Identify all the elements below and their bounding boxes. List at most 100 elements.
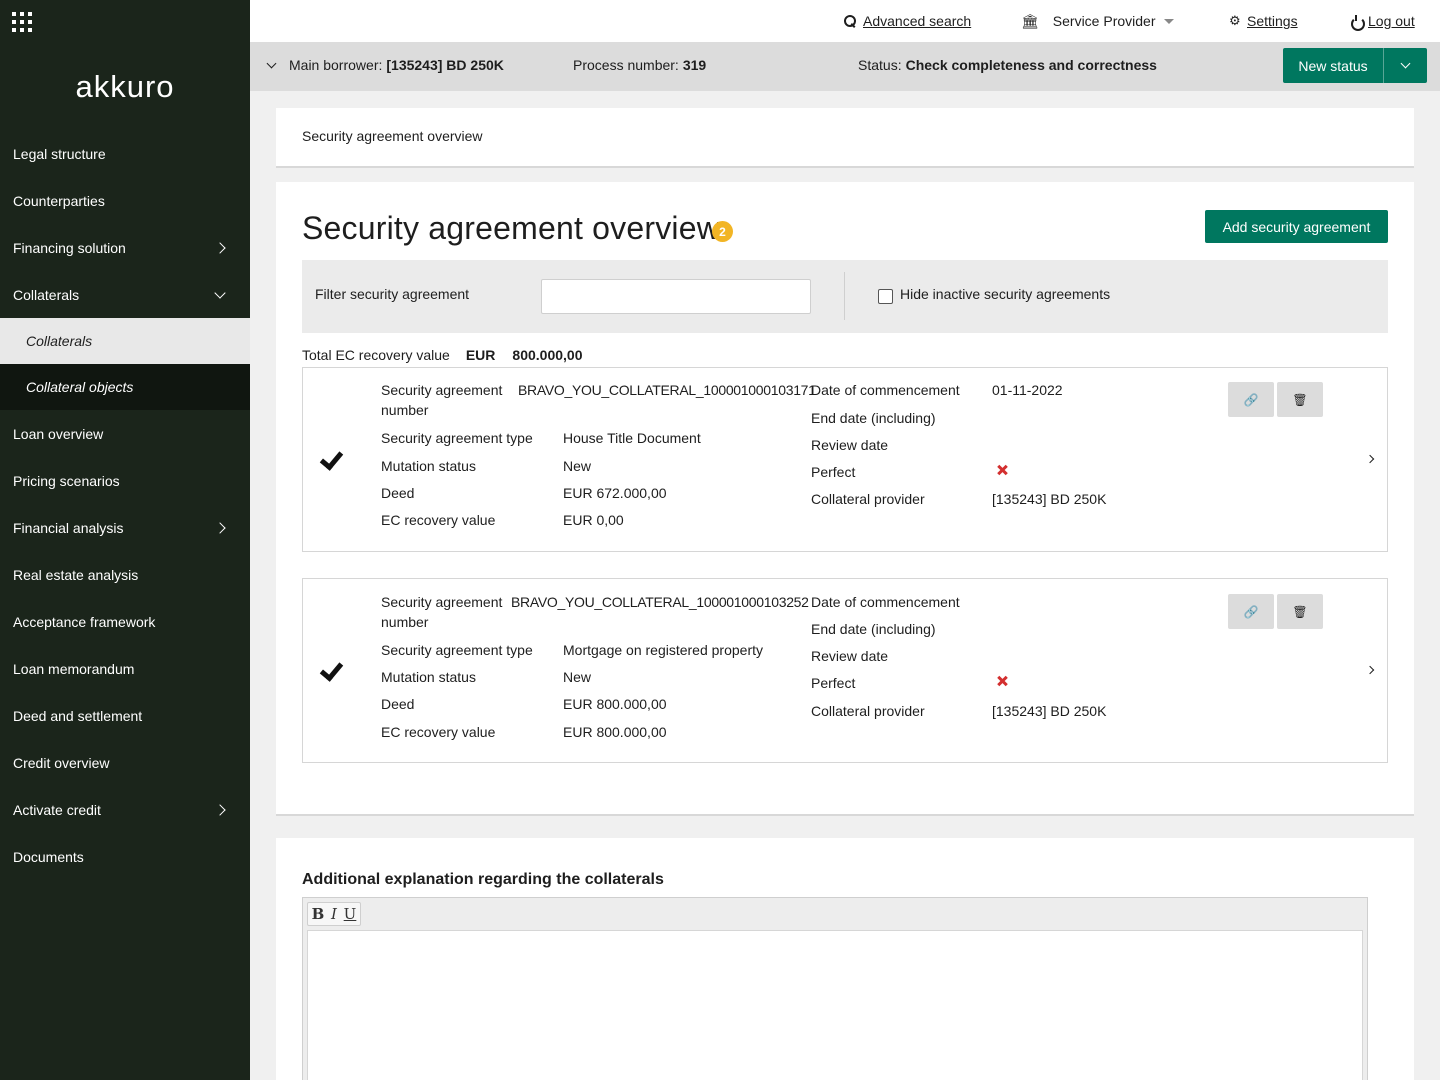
delete-button[interactable]: 🗑 <box>1277 382 1323 417</box>
link-icon: 🔗 <box>1243 604 1259 619</box>
link-button[interactable]: 🔗 <box>1228 382 1274 417</box>
filter-security-agreement-input[interactable] <box>541 279 811 314</box>
new-status-button-group: New status <box>1283 48 1427 83</box>
sidebar-item-label: Loan overview <box>13 425 104 442</box>
caret-down-icon <box>1164 18 1175 24</box>
sidebar-item-deed-and-settlement[interactable]: Deed and settlement <box>0 692 250 739</box>
perfect-label: Perfect <box>811 464 856 480</box>
sidebar-subitem-collaterals[interactable]: Collaterals <box>0 318 250 364</box>
rich-text-editor: B I U <box>302 897 1368 1080</box>
main-borrower: Main borrower: [135243] BD 250K <box>289 42 504 87</box>
italic-button[interactable]: I <box>326 903 342 925</box>
review-date-label: Review date <box>811 648 889 664</box>
review-date-label: Review date <box>811 437 889 453</box>
trash-icon: 🗑 <box>1292 392 1308 407</box>
ec-recovery-label: EC recovery value <box>381 512 496 528</box>
service-provider-dropdown[interactable]: 🏛 Service Provider <box>1021 0 1175 42</box>
hide-inactive-label[interactable]: Hide inactive security agreements <box>900 286 1110 302</box>
process-info-bar: Main borrower: [135243] BD 250K Process … <box>250 42 1440 91</box>
mutation-label: Mutation status <box>381 458 476 474</box>
sidebar-item-label: Pricing scenarios <box>13 472 120 489</box>
underline-button[interactable]: U <box>342 903 358 925</box>
chevron-right-icon[interactable] <box>1365 454 1375 464</box>
status-label: Status: <box>858 56 902 73</box>
editor-toolbar: B I U <box>307 902 361 926</box>
link-button[interactable]: 🔗 <box>1228 594 1274 629</box>
logout-link[interactable]: Log out <box>1350 0 1415 42</box>
chevron-down-icon[interactable] <box>266 58 277 69</box>
sidebar-item-label: Documents <box>13 848 84 865</box>
sidebar-item-loan-overview[interactable]: Loan overview <box>0 410 250 457</box>
end-date-label: End date (including) <box>811 410 936 426</box>
main-borrower-label: Main borrower: <box>289 56 383 73</box>
explanation-panel: Additional explanation regarding the col… <box>276 838 1414 1080</box>
sidebar-item-label: Acceptance framework <box>13 613 156 630</box>
sidebar-item-documents[interactable]: Documents <box>0 833 250 880</box>
agreement-type: House Title Document <box>563 430 701 446</box>
perfect-label: Perfect <box>811 675 856 691</box>
gear-icon: ⚙ <box>1229 13 1241 28</box>
delete-button[interactable]: 🗑 <box>1277 594 1323 629</box>
sidebar-item-label: Credit overview <box>13 754 110 771</box>
collateral-provider: [135243] BD 250K <box>992 703 1107 719</box>
advanced-search-link[interactable]: Advanced search <box>844 0 971 42</box>
new-status-button[interactable]: New status <box>1283 48 1384 83</box>
cross-icon <box>997 465 1007 475</box>
app-grid-icon[interactable] <box>12 12 32 32</box>
count-badge: 2 <box>712 221 733 242</box>
chevron-right-icon <box>214 521 226 534</box>
bold-button[interactable]: B <box>310 903 326 925</box>
sidebar-item-label: Legal structure <box>13 145 106 162</box>
type-label: Security agreement type <box>381 642 533 658</box>
ec-recovery-label: EC recovery value <box>381 724 496 740</box>
sidebar: akkuro Legal structure Counterparties Fi… <box>0 0 250 1080</box>
sidebar-item-acceptance-framework[interactable]: Acceptance framework <box>0 598 250 645</box>
filter-label: Filter security agreement <box>315 286 470 302</box>
sidebar-item-label: Collaterals <box>13 286 80 303</box>
sidebar-item-financial-analysis[interactable]: Financial analysis <box>0 504 250 551</box>
sidebar-item-real-estate-analysis[interactable]: Real estate analysis <box>0 551 250 598</box>
end-date-label: End date (including) <box>811 621 936 637</box>
settings-label: Settings <box>1247 13 1298 29</box>
cross-icon <box>997 676 1007 686</box>
checkmark-icon <box>317 659 343 681</box>
sidebar-item-label: Financing solution <box>13 239 126 256</box>
bank-icon: 🏛 <box>1021 12 1039 29</box>
sidebar-item-pricing-scenarios[interactable]: Pricing scenarios <box>0 457 250 504</box>
process-number: Process number: 319 <box>573 42 706 87</box>
akkuro-logo: akkuro <box>75 69 175 104</box>
total-amount: 800.000,00 <box>512 347 583 363</box>
commencement-label: Date of commencement <box>811 382 960 398</box>
explanation-textarea[interactable] <box>307 930 1363 1080</box>
sidebar-item-label: Collateral objects <box>26 379 134 395</box>
hide-inactive-checkbox[interactable] <box>878 289 893 304</box>
sidebar-item-counterparties[interactable]: Counterparties <box>0 177 250 224</box>
sidebar-item-label: Real estate analysis <box>13 566 139 583</box>
service-provider-label: Service Provider <box>1052 13 1156 29</box>
sidebar-item-financing-solution[interactable]: Financing solution <box>0 224 250 271</box>
security-agreement-card[interactable]: Security agreement number BRAVO_YOU_COLLA… <box>302 367 1388 552</box>
mutation-status: New <box>563 458 592 474</box>
settings-link[interactable]: ⚙ Settings <box>1229 0 1298 42</box>
security-agreement-card[interactable]: Security agreement number BRAVO_YOU_COLLA… <box>302 578 1388 763</box>
sidebar-subitem-collateral-objects[interactable]: Collateral objects <box>0 364 250 410</box>
chevron-right-icon[interactable] <box>1365 665 1375 675</box>
deed-label: Deed <box>381 696 415 712</box>
chevron-down-icon <box>1400 58 1411 69</box>
total-ec-recovery: Total EC recovery value EUR 800.000,00 <box>302 347 582 363</box>
deed-value: EUR 800.000,00 <box>563 696 667 712</box>
sidebar-item-loan-memorandum[interactable]: Loan memorandum <box>0 645 250 692</box>
checkmark-icon <box>317 448 343 470</box>
type-label: Security agreement type <box>381 430 533 446</box>
sidebar-item-activate-credit[interactable]: Activate credit <box>0 786 250 833</box>
commencement-label: Date of commencement <box>811 594 960 610</box>
sidebar-item-credit-overview[interactable]: Credit overview <box>0 739 250 786</box>
new-status-dropdown-button[interactable] <box>1384 48 1427 83</box>
sidebar-item-label: Loan memorandum <box>13 660 135 677</box>
sidebar-item-collaterals[interactable]: Collaterals <box>0 271 250 318</box>
mutation-label: Mutation status <box>381 669 476 685</box>
add-security-agreement-button[interactable]: Add security agreement <box>1205 210 1388 243</box>
explanation-title: Additional explanation regarding the col… <box>302 871 664 888</box>
sidebar-item-label: Activate credit <box>13 801 101 818</box>
sidebar-item-legal-structure[interactable]: Legal structure <box>0 130 250 177</box>
